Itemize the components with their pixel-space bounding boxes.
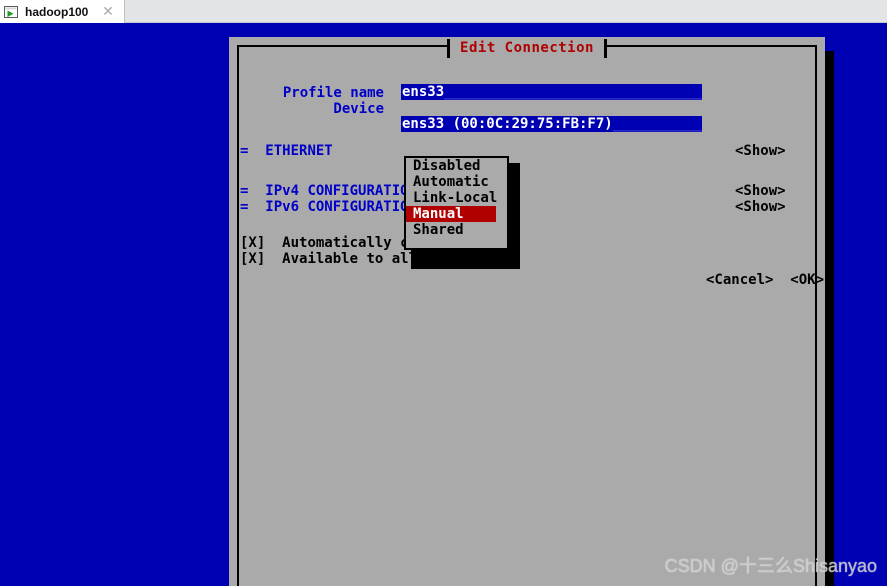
dropdown-item-manual[interactable]: Manual xyxy=(406,206,496,222)
dropdown-item-disabled[interactable]: Disabled xyxy=(406,158,507,174)
dropdown-shadow-right xyxy=(509,163,520,255)
profile-name-label: Profile name xyxy=(282,85,384,101)
terminal-application-window: hadoop100 ✕ Profile name ens33__________… xyxy=(0,0,887,586)
ipv4-method-dropdown[interactable]: Disabled Automatic Link-Local Manual Sha… xyxy=(404,156,509,250)
dialog-drop-shadow xyxy=(825,51,834,586)
dropdown-item-shared[interactable]: Shared xyxy=(406,222,507,238)
checkbox-state: [X] xyxy=(240,235,274,251)
show-button-ethernet[interactable]: <Show> xyxy=(735,143,786,159)
tab-strip: hadoop100 ✕ xyxy=(0,0,887,23)
cancel-button[interactable]: <Cancel> xyxy=(706,272,782,288)
dialog-title-bar: Edit Connection xyxy=(229,38,825,58)
section-label-ipv6: IPv6 CONFIGURATION xyxy=(265,199,418,215)
checkbox-label: Available to all xyxy=(282,251,418,267)
terminal-screen: Profile name ens33______________________… xyxy=(0,23,887,586)
section-marker: = xyxy=(240,199,257,215)
section-marker: = xyxy=(240,183,257,199)
page-title: Edit Connection xyxy=(450,40,604,56)
section-label-ethernet: ETHERNET xyxy=(265,143,333,159)
section-ipv4-configuration[interactable]: = IPv4 CONFIGURATION xyxy=(240,183,417,199)
checkbox-automatically-connect[interactable]: [X] Automatically co xyxy=(240,235,417,251)
checkbox-available-to-all-users[interactable]: [X] Available to all xyxy=(240,251,417,267)
terminal-play-icon xyxy=(4,5,20,19)
section-ethernet[interactable]: = ETHERNET xyxy=(240,143,333,159)
device-label: Device xyxy=(333,101,384,117)
edit-connection-dialog: Profile name ens33______________________… xyxy=(229,37,825,586)
device-value: ens33 (00:0C:29:75:FB:F7) xyxy=(402,116,613,132)
field-underline: ____________________________________ xyxy=(444,84,702,100)
tab-label: hadoop100 xyxy=(25,4,89,19)
section-marker: = xyxy=(240,143,257,159)
dropdown-item-automatic[interactable]: Automatic xyxy=(406,174,507,190)
show-button-ipv4[interactable]: <Show> xyxy=(735,183,786,199)
dropdown-item-link-local[interactable]: Link-Local xyxy=(406,190,507,206)
profile-name-value: ens33 xyxy=(402,84,445,100)
field-underline: _____________________ xyxy=(612,116,702,132)
tab-hadoop100[interactable]: hadoop100 ✕ xyxy=(0,0,125,23)
ok-button[interactable]: <OK> xyxy=(790,272,824,288)
checkbox-label: Automatically co xyxy=(282,235,418,251)
section-label-ipv4: IPv4 CONFIGURATION xyxy=(265,183,418,199)
watermark: CSDN @十三么Shisanyao xyxy=(664,556,877,576)
profile-name-input[interactable]: ens33___________________________________… xyxy=(401,84,702,100)
dropdown-shadow-bottom xyxy=(411,250,520,269)
section-ipv6-configuration[interactable]: = IPv6 CONFIGURATION xyxy=(240,199,417,215)
dialog-button-row: <Cancel> <OK> xyxy=(706,272,824,288)
title-cap-right xyxy=(603,38,607,58)
checkbox-state: [X] xyxy=(240,251,274,267)
show-button-ipv6[interactable]: <Show> xyxy=(735,199,786,215)
device-input[interactable]: ens33 (00:0C:29:75:FB:F7)_______________… xyxy=(401,116,702,132)
close-icon[interactable]: ✕ xyxy=(101,4,115,18)
